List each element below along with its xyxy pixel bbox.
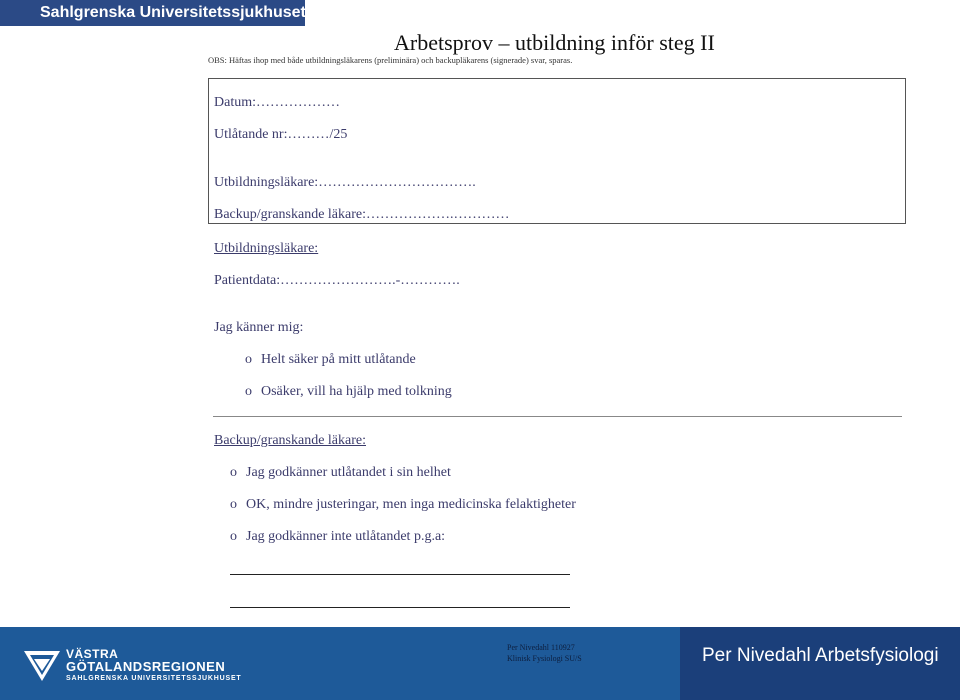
vgr-brand: VÄSTRA GÖTALANDSREGIONEN SAHLGRENSKA UNI… (66, 648, 242, 682)
option-bullet: o (245, 352, 252, 367)
brand-line-3: SAHLGRENSKA UNIVERSITETSSJUKHUSET (66, 675, 242, 682)
datum-field[interactable]: Datum:……………… (214, 95, 340, 111)
reason-line-2[interactable] (230, 607, 570, 608)
option-bullet: o (230, 465, 237, 480)
section-divider (213, 416, 902, 417)
footer-department: Klinisk Fysiologi SU/S (507, 654, 582, 663)
footer-author: Per Nivedahl 110927 Klinisk Fysiologi SU… (507, 642, 582, 664)
footer-author-name: Per Nivedahl 110927 (507, 643, 575, 652)
section2-heading: Backup/granskande läkare: (214, 433, 366, 448)
patientdata-field[interactable]: Patientdata:…………………….-…………. (214, 273, 460, 289)
org-name: Sahlgrenska Universitetssjukhuset (40, 4, 306, 21)
utlatande-field[interactable]: Utlåtande nr:………/25 (214, 127, 347, 143)
option-bullet: o (230, 529, 237, 544)
option-minor-adjustments[interactable]: o OK, mindre justeringar, men inga medici… (230, 497, 576, 513)
header-bar: Sahlgrenska Universitetssjukhuset (0, 0, 306, 26)
option-bullet: o (230, 497, 237, 512)
option-label: Jag godkänner utlåtandet i sin helhet (246, 465, 451, 480)
option-unsure[interactable]: o Osäker, vill ha hjälp med tolkning (245, 384, 452, 400)
backup-field[interactable]: Backup/granskande läkare:……………….………… (214, 207, 510, 223)
reason-line-1[interactable] (230, 574, 570, 575)
option-approve[interactable]: o Jag godkänner utlåtandet i sin helhet (230, 465, 451, 481)
option-label: Osäker, vill ha hjälp med tolkning (261, 384, 452, 399)
brand-line-2: GÖTALANDSREGIONEN (66, 659, 226, 674)
option-bullet: o (245, 384, 252, 399)
section1-heading: Utbildningsläkare: (214, 241, 319, 256)
feeling-prompt: Jag känner mig: (214, 320, 304, 335)
instruction-note: OBS: Häftas ihop med både utbildningsläk… (208, 55, 573, 65)
option-label: OK, mindre justeringar, men inga medicin… (246, 497, 576, 512)
option-label: Jag godkänner inte utlåtandet p.g.a: (246, 529, 446, 544)
option-confident[interactable]: o Helt säker på mitt utlåtande (245, 352, 416, 368)
page-title: Arbetsprov – utbildning inför steg II (394, 30, 715, 55)
footer-title: Per Nivedahl Arbetsfysiologi (702, 645, 939, 666)
utbildningslakare-field[interactable]: Utbildningsläkare:……………………………. (214, 175, 476, 191)
vgr-logo-icon (24, 651, 60, 681)
option-label: Helt säker på mitt utlåtande (261, 352, 416, 367)
option-not-approve[interactable]: o Jag godkänner inte utlåtandet p.g.a: (230, 529, 445, 545)
